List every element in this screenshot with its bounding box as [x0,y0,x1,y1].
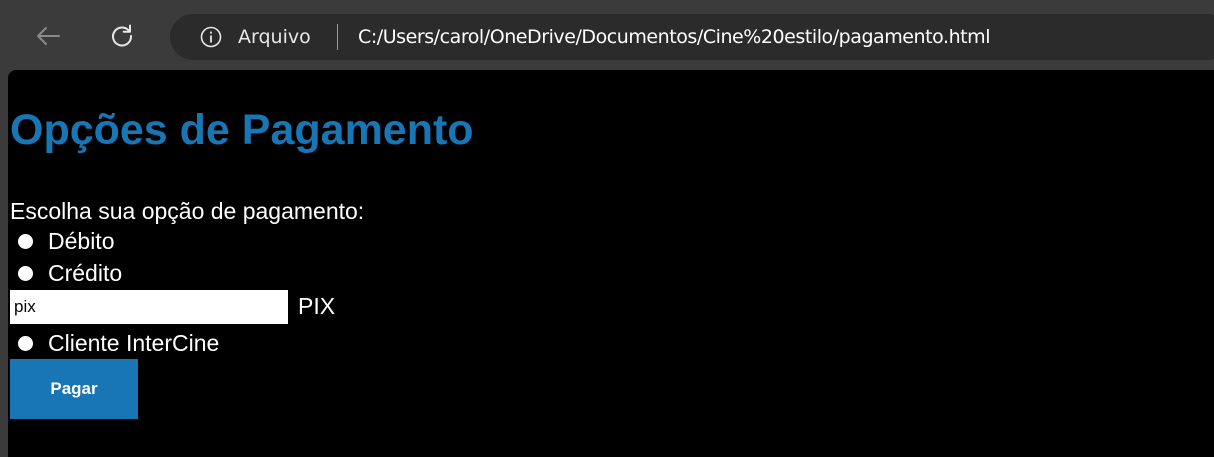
radio-label-debito: Débito [48,228,115,254]
pay-button[interactable]: Pagar [10,359,138,419]
site-info-label[interactable]: Arquivo [238,26,311,48]
radio-cliente-intercine[interactable]: Cliente InterCine [18,329,219,357]
radio-button[interactable] [18,335,33,351]
radio-button[interactable] [18,265,33,281]
page-title: Opções de Pagamento [10,106,474,154]
browser-toolbar: Arquivo C:/Users/carol/OneDrive/Document… [0,0,1214,72]
address-divider [337,24,338,50]
back-button[interactable] [30,18,66,54]
radio-label-cliente-intercine: Cliente InterCine [48,330,220,356]
pix-input[interactable] [10,290,288,324]
info-icon[interactable] [200,26,222,48]
address-bar[interactable]: Arquivo C:/Users/carol/OneDrive/Document… [170,14,1214,60]
radio-label-credito: Crédito [48,260,123,286]
url-text[interactable]: C:/Users/carol/OneDrive/Documentos/Cine%… [358,26,991,48]
reload-icon [112,24,133,47]
back-arrow-icon [37,27,60,45]
radio-credito[interactable]: Crédito [18,259,122,287]
payment-prompt: Escolha sua opção de pagamento: [10,198,365,224]
radio-button[interactable] [18,233,33,249]
reload-button[interactable] [104,18,140,54]
page-content: Opções de Pagamento Escolha sua opção de… [8,70,1214,457]
radio-debito[interactable]: Débito [18,227,114,255]
pix-label: PIX [298,293,336,319]
